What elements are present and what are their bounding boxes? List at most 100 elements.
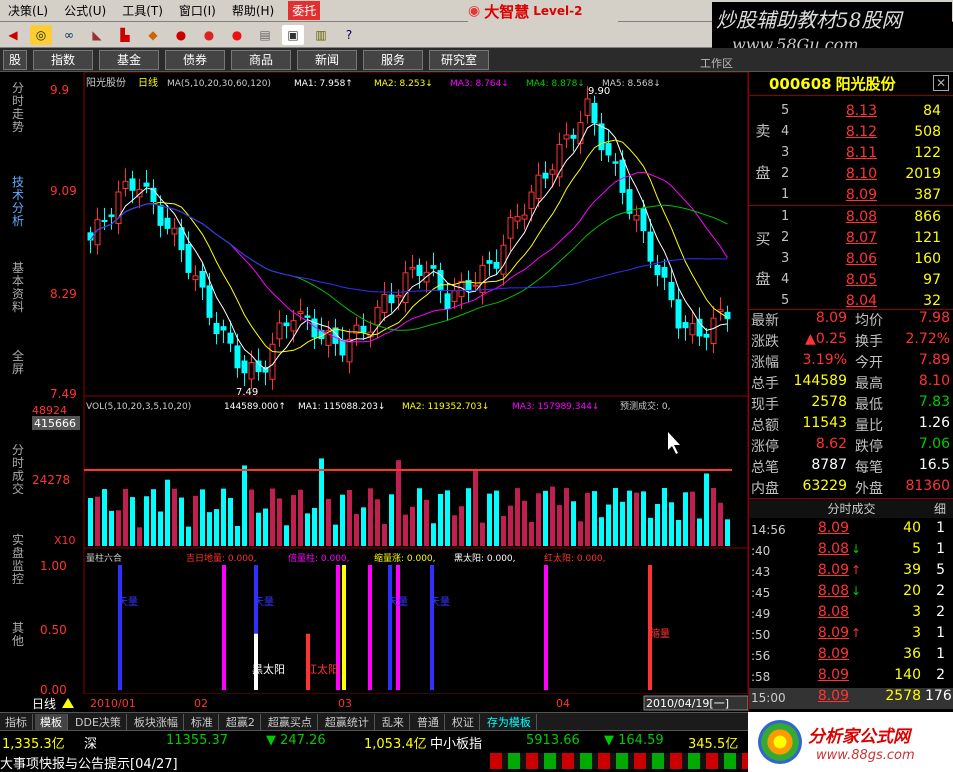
candle-body (605, 143, 612, 156)
binoculars-icon[interactable]: ∞ (58, 25, 80, 45)
template-tab[interactable]: 超赢买点 (263, 713, 318, 730)
template-tab[interactable]: 超赢2 (221, 713, 261, 730)
low-annotation: 7.49 (236, 387, 258, 398)
menu-help[interactable]: 帮助(H) (224, 2, 282, 19)
eye-icon[interactable]: ◎ (30, 24, 52, 45)
sell-row[interactable]: 2 8.10 2019 (749, 163, 953, 184)
circle-icon-red3[interactable]: ● (226, 25, 248, 45)
diamond-icon[interactable]: ◆ (142, 25, 164, 45)
nav-service[interactable]: 服务 (363, 49, 423, 70)
quote-label: 均价 (855, 313, 883, 329)
tick-price: 8.09 (817, 688, 849, 704)
volume-bar (305, 513, 310, 546)
nav-stock[interactable]: 股 (3, 49, 27, 70)
tick-row: 15:00 8.09 2578 176 (749, 688, 953, 709)
buy-row[interactable]: 3 8.06 160 (749, 248, 953, 269)
page-icon[interactable]: ▤ (254, 25, 276, 45)
nav-commodity[interactable]: 商品 (231, 49, 291, 70)
side-tab-technical[interactable]: 技术分析 (10, 176, 26, 228)
menu-tools[interactable]: 工具(T) (114, 2, 171, 19)
nav-bond[interactable]: 债券 (165, 49, 225, 70)
buy-row[interactable]: 1 8.08 866 (749, 206, 953, 227)
template-tab[interactable]: 模板 (35, 713, 68, 730)
volume-bar (592, 491, 597, 546)
nav-index[interactable]: 指数 (33, 49, 93, 70)
template-tab[interactable]: 存为模板 (482, 713, 537, 730)
buy-price[interactable]: 8.04 (819, 293, 877, 309)
menu-formula[interactable]: 公式(U) (56, 2, 114, 19)
template-tab[interactable]: DDE决策 (70, 713, 127, 730)
tick-volume: 5 (912, 541, 921, 557)
side-tab-fundamental[interactable]: 基本资料 (10, 262, 26, 314)
volume-bar (270, 488, 275, 546)
side-tab-other[interactable]: 其他 (10, 622, 26, 648)
sell-row[interactable]: 1 8.09 387 (749, 184, 953, 205)
sell-price[interactable]: 8.10 (819, 166, 877, 182)
sell-price[interactable]: 8.09 (819, 187, 877, 203)
price-label-mid2: 8.29 (50, 287, 77, 301)
sell-price[interactable]: 8.13 (819, 103, 877, 119)
help-icon[interactable]: ? (338, 25, 360, 45)
vol-label-current: 415666 (34, 417, 76, 430)
side-tab-fullscreen[interactable]: 全屏 (10, 350, 26, 376)
sell-row[interactable]: 3 8.11 122 (749, 142, 953, 163)
nav-news[interactable]: 新闻 (297, 49, 357, 70)
template-tab[interactable]: 乱来 (377, 713, 410, 730)
candle-body (213, 322, 220, 335)
sell-volume: 2019 (905, 165, 941, 182)
signal-icon[interactable]: ◣ (86, 25, 108, 45)
chart-icon[interactable]: ▙ (114, 25, 136, 45)
circle-icon-red[interactable]: ● (170, 25, 192, 45)
buy-row[interactable]: 2 8.07 121 (749, 227, 953, 248)
volume-bar (459, 506, 464, 546)
template-tab[interactable]: 板块涨幅 (129, 713, 184, 730)
sell-price[interactable]: 8.11 (819, 145, 877, 161)
work-area-label[interactable]: 工作区 (700, 55, 733, 71)
ticks-detail-button[interactable]: 细 (934, 500, 946, 517)
volume-bar (312, 507, 317, 546)
buy-row[interactable]: 5 8.04 32 (749, 290, 953, 311)
circle-icon-red2[interactable]: ● (198, 25, 220, 45)
volume-bar (550, 486, 555, 546)
template-tab[interactable]: 超赢统计 (320, 713, 375, 730)
books-icon[interactable]: ▥ (310, 25, 332, 45)
menu-decision[interactable]: 决策(L) (0, 2, 56, 19)
ind-a: 吉日地量: 0.000, (186, 552, 257, 564)
buy-price[interactable]: 8.08 (819, 209, 877, 225)
menu-window[interactable]: 窗口(I) (171, 2, 224, 19)
buy-price[interactable]: 8.07 (819, 230, 877, 246)
template-tab[interactable]: 普通 (412, 713, 445, 730)
back-icon[interactable]: ◀ (2, 25, 24, 45)
volume-bar (186, 526, 191, 546)
kline-chart[interactable]: 阳光股份 日线 MA(5,10,20,30,60,120) MA1: 7.958… (32, 72, 748, 712)
template-tab[interactable]: 权证 (447, 713, 480, 730)
template-tab[interactable]: 标准 (186, 713, 219, 730)
nav-fund[interactable]: 基金 (99, 49, 159, 70)
template-tab[interactable]: 指标 (0, 713, 33, 730)
candle-body (521, 214, 528, 220)
close-icon[interactable]: ✕ (933, 75, 949, 91)
buy-price[interactable]: 8.06 (819, 251, 877, 267)
buy-price[interactable]: 8.05 (819, 272, 877, 288)
sell-row[interactable]: 5 8.13 84 (749, 100, 953, 121)
ticks-header[interactable]: 分时成交 细 (749, 498, 953, 518)
sell-row[interactable]: 4 8.12 508 (749, 121, 953, 142)
indicator-bar (648, 565, 652, 690)
side-tab-intraday[interactable]: 分时走势 (10, 82, 26, 134)
ind-d: 黑太阳: 0.000, (454, 552, 516, 564)
window-icon[interactable]: ▣ (282, 24, 304, 45)
buy-level: 3 (781, 251, 790, 266)
candle-body (304, 315, 311, 318)
period-triangle-icon[interactable] (62, 698, 74, 708)
volume-bar (438, 493, 443, 546)
sell-price[interactable]: 8.12 (819, 124, 877, 140)
period-label[interactable]: 日线 (32, 697, 56, 711)
ind-label-1: 1.00 (40, 559, 67, 573)
notice-text[interactable]: 大事项快报与公告提示[04/27] (0, 753, 178, 772)
menu-trade-button[interactable]: 委托 (288, 1, 321, 20)
side-tab-ticks[interactable]: 分时成交 (10, 444, 26, 496)
buy-row[interactable]: 4 8.05 97 (749, 269, 953, 290)
nav-research[interactable]: 研究室 (429, 49, 489, 70)
side-tab-monitor[interactable]: 实盘监控 (10, 534, 26, 586)
chart-ma-params: MA(5,10,20,30,60,120) (167, 79, 271, 89)
